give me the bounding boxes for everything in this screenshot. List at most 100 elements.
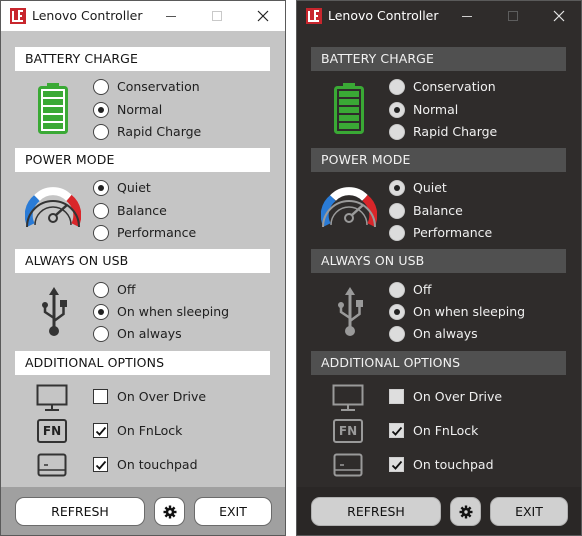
radio-button[interactable] bbox=[389, 102, 405, 118]
fn-key-icon: FN bbox=[333, 419, 363, 443]
footer-bar: REFRESH EXIT bbox=[297, 487, 581, 535]
checkbox[interactable] bbox=[93, 389, 108, 404]
option-label: On FnLock bbox=[413, 423, 479, 438]
radio-button[interactable] bbox=[93, 124, 109, 140]
fn-key-label: FN bbox=[42, 424, 62, 438]
radio-button[interactable] bbox=[389, 304, 405, 320]
check-icon bbox=[391, 426, 403, 436]
touchpad-icon bbox=[37, 453, 67, 477]
speedometer-icon bbox=[25, 187, 81, 228]
section-header-usb: ALWAYS ON USB bbox=[311, 249, 566, 273]
radio-button[interactable] bbox=[93, 304, 109, 320]
option-label: On Over Drive bbox=[413, 389, 503, 404]
minimize-icon bbox=[462, 16, 472, 17]
radio-button[interactable] bbox=[389, 124, 405, 140]
section-header-additional: ADDITIONAL OPTIONS bbox=[15, 351, 270, 375]
section-header-additional: ADDITIONAL OPTIONS bbox=[311, 351, 566, 375]
check-icon bbox=[391, 460, 403, 470]
radio-button[interactable] bbox=[389, 180, 405, 196]
stage: Lenovo Controller BATTERY CHARGE Conserv… bbox=[0, 0, 582, 536]
gear-icon bbox=[459, 505, 473, 519]
refresh-button[interactable]: REFRESH bbox=[311, 497, 441, 526]
monitor-icon bbox=[36, 384, 68, 411]
option-label: On Over Drive bbox=[117, 389, 207, 404]
checkbox[interactable] bbox=[93, 423, 108, 438]
option-label: Quiet bbox=[413, 180, 447, 195]
option-label: On FnLock bbox=[117, 423, 183, 438]
app-window-dark: Lenovo Controller BATTERY CHARGE Conserv… bbox=[296, 0, 582, 536]
option-label: On when sleeping bbox=[413, 304, 526, 319]
usb-icon bbox=[338, 287, 363, 336]
app-window-light: Lenovo Controller BATTERY CHARGE Conserv… bbox=[0, 0, 286, 536]
option-label: Normal bbox=[413, 102, 459, 117]
radio-button[interactable] bbox=[93, 225, 109, 241]
speedometer-icon bbox=[321, 187, 377, 228]
close-button[interactable] bbox=[547, 6, 571, 26]
option-label: On always bbox=[413, 326, 478, 341]
check-icon bbox=[95, 426, 107, 436]
app-logo-icon bbox=[306, 8, 322, 24]
section-header-battery: BATTERY CHARGE bbox=[311, 47, 566, 71]
maximize-button[interactable] bbox=[501, 6, 525, 26]
app-logo-icon bbox=[10, 8, 26, 24]
radio-button[interactable] bbox=[389, 282, 405, 298]
settings-button[interactable] bbox=[450, 497, 481, 526]
fn-key-label: FN bbox=[338, 424, 358, 438]
option-label: Performance bbox=[117, 225, 197, 240]
monitor-icon bbox=[332, 384, 364, 411]
maximize-button[interactable] bbox=[205, 6, 229, 26]
radio-button[interactable] bbox=[93, 102, 109, 118]
settings-button[interactable] bbox=[154, 497, 185, 526]
refresh-button[interactable]: REFRESH bbox=[15, 497, 145, 526]
radio-button[interactable] bbox=[93, 79, 109, 95]
minimize-button[interactable] bbox=[159, 6, 183, 26]
minimize-button[interactable] bbox=[455, 6, 479, 26]
exit-button[interactable]: EXIT bbox=[490, 497, 568, 526]
section-header-power: POWER MODE bbox=[15, 148, 270, 172]
title-bar[interactable]: Lenovo Controller bbox=[1, 1, 285, 31]
title-bar[interactable]: Lenovo Controller bbox=[297, 1, 581, 31]
section-header-power: POWER MODE bbox=[311, 148, 566, 172]
checkbox[interactable] bbox=[389, 457, 404, 472]
radio-button[interactable] bbox=[93, 180, 109, 196]
option-label: Conservation bbox=[413, 79, 496, 94]
check-icon bbox=[95, 460, 107, 470]
option-label: Balance bbox=[117, 203, 167, 218]
maximize-icon bbox=[508, 11, 518, 21]
touchpad-icon bbox=[333, 453, 363, 477]
close-button[interactable] bbox=[251, 6, 275, 26]
option-label: On when sleeping bbox=[117, 304, 230, 319]
option-label: Off bbox=[413, 282, 432, 297]
checkbox[interactable] bbox=[389, 389, 404, 404]
option-label: On touchpad bbox=[413, 457, 494, 472]
checkbox[interactable] bbox=[93, 457, 108, 472]
radio-button[interactable] bbox=[93, 326, 109, 342]
minimize-icon bbox=[166, 16, 176, 17]
option-label: On always bbox=[117, 326, 182, 341]
option-label: Quiet bbox=[117, 180, 151, 195]
exit-button[interactable]: EXIT bbox=[194, 497, 272, 526]
maximize-icon bbox=[212, 11, 222, 21]
battery-icon bbox=[38, 83, 68, 134]
usb-icon bbox=[42, 287, 67, 336]
battery-icon bbox=[334, 83, 364, 134]
radio-button[interactable] bbox=[389, 225, 405, 241]
checkbox[interactable] bbox=[389, 423, 404, 438]
option-label: Normal bbox=[117, 102, 163, 117]
close-icon bbox=[257, 10, 269, 22]
radio-button[interactable] bbox=[389, 203, 405, 219]
close-icon bbox=[553, 10, 565, 22]
radio-button[interactable] bbox=[389, 79, 405, 95]
radio-button[interactable] bbox=[93, 203, 109, 219]
option-label: Rapid Charge bbox=[117, 124, 202, 139]
option-label: Off bbox=[117, 282, 136, 297]
radio-button[interactable] bbox=[93, 282, 109, 298]
option-label: Balance bbox=[413, 203, 463, 218]
option-label: Rapid Charge bbox=[413, 124, 498, 139]
section-header-usb: ALWAYS ON USB bbox=[15, 249, 270, 273]
fn-key-icon: FN bbox=[37, 419, 67, 443]
option-label: Conservation bbox=[117, 79, 200, 94]
radio-button[interactable] bbox=[389, 326, 405, 342]
option-label: Performance bbox=[413, 225, 493, 240]
gear-icon bbox=[163, 505, 177, 519]
